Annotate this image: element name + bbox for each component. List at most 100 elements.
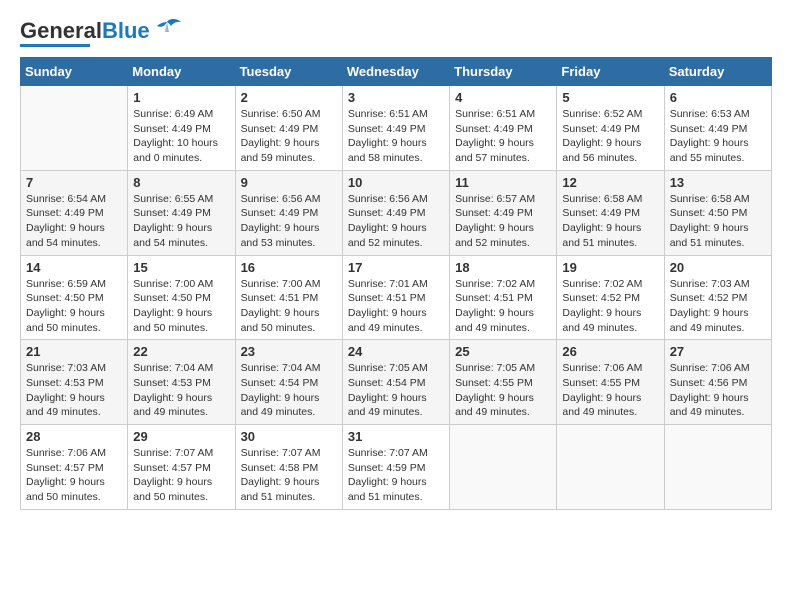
day-number: 15 <box>133 260 229 275</box>
logo-bird-icon <box>153 18 181 40</box>
day-info: Sunrise: 6:49 AMSunset: 4:49 PMDaylight:… <box>133 107 229 166</box>
day-number: 1 <box>133 90 229 105</box>
calendar-cell: 14 Sunrise: 6:59 AMSunset: 4:50 PMDayligh… <box>21 255 128 340</box>
day-number: 10 <box>348 175 444 190</box>
day-number: 5 <box>562 90 658 105</box>
day-info: Sunrise: 6:56 AMSunset: 4:49 PMDaylight:… <box>348 192 444 251</box>
day-info: Sunrise: 7:00 AMSunset: 4:51 PMDaylight:… <box>241 277 337 336</box>
calendar-cell <box>557 425 664 510</box>
day-number: 19 <box>562 260 658 275</box>
calendar-cell: 17Sunrise: 7:01 AMSunset: 4:51 PMDayligh… <box>342 255 449 340</box>
calendar-cell: 12Sunrise: 6:58 AMSunset: 4:49 PMDayligh… <box>557 170 664 255</box>
calendar-cell: 28Sunrise: 7:06 AMSunset: 4:57 PMDayligh… <box>21 425 128 510</box>
day-info: Sunrise: 7:03 AMSunset: 4:53 PMDaylight:… <box>26 361 122 420</box>
day-info: Sunrise: 7:02 AMSunset: 4:51 PMDaylight:… <box>455 277 551 336</box>
day-info: Sunrise: 7:07 AMSunset: 4:59 PMDaylight:… <box>348 446 444 505</box>
day-number: 17 <box>348 260 444 275</box>
day-info: Sunrise: 6:53 AMSunset: 4:49 PMDaylight:… <box>670 107 766 166</box>
day-info: Sunrise: 7:05 AMSunset: 4:54 PMDaylight:… <box>348 361 444 420</box>
calendar-week-row: 21 Sunrise: 7:03 AMSunset: 4:53 PMDayligh… <box>21 340 772 425</box>
calendar-cell: 16 Sunrise: 7:00 AMSunset: 4:51 PMDayligh… <box>235 255 342 340</box>
day-info: Sunrise: 7:02 AMSunset: 4:52 PMDaylight:… <box>562 277 658 336</box>
logo-text: GeneralBlue <box>20 20 150 42</box>
calendar-cell: 1 Sunrise: 6:49 AMSunset: 4:49 PMDaylight… <box>128 86 235 171</box>
day-number: 27 <box>670 344 766 359</box>
day-number: 6 <box>670 90 766 105</box>
day-number: 2 <box>241 90 337 105</box>
calendar-cell: 11 Sunrise: 6:57 AMSunset: 4:49 PMDayligh… <box>450 170 557 255</box>
calendar-cell: 13 Sunrise: 6:58 AMSunset: 4:50 PMDayligh… <box>664 170 771 255</box>
calendar-cell: 10 Sunrise: 6:56 AMSunset: 4:49 PMDayligh… <box>342 170 449 255</box>
column-header-friday: Friday <box>557 58 664 86</box>
day-number: 7 <box>26 175 122 190</box>
calendar-table: SundayMondayTuesdayWednesdayThursdayFrid… <box>20 57 772 510</box>
day-number: 14 <box>26 260 122 275</box>
day-info: Sunrise: 6:52 AMSunset: 4:49 PMDaylight:… <box>562 107 658 166</box>
day-info: Sunrise: 6:51 AMSunset: 4:49 PMDaylight:… <box>455 107 551 166</box>
calendar-cell: 19 Sunrise: 7:02 AMSunset: 4:52 PMDayligh… <box>557 255 664 340</box>
day-number: 21 <box>26 344 122 359</box>
day-number: 3 <box>348 90 444 105</box>
day-info: Sunrise: 6:51 AMSunset: 4:49 PMDaylight:… <box>348 107 444 166</box>
calendar-week-row: 7 Sunrise: 6:54 AMSunset: 4:49 PMDaylight… <box>21 170 772 255</box>
column-header-monday: Monday <box>128 58 235 86</box>
column-header-tuesday: Tuesday <box>235 58 342 86</box>
day-info: Sunrise: 7:07 AMSunset: 4:57 PMDaylight:… <box>133 446 229 505</box>
day-info: Sunrise: 6:58 AMSunset: 4:49 PMDaylight:… <box>562 192 658 251</box>
day-number: 18 <box>455 260 551 275</box>
column-header-sunday: Sunday <box>21 58 128 86</box>
calendar-week-row: 14 Sunrise: 6:59 AMSunset: 4:50 PMDayligh… <box>21 255 772 340</box>
day-number: 16 <box>241 260 337 275</box>
calendar-header-row: SundayMondayTuesdayWednesdayThursdayFrid… <box>21 58 772 86</box>
calendar-cell: 7 Sunrise: 6:54 AMSunset: 4:49 PMDaylight… <box>21 170 128 255</box>
day-info: Sunrise: 6:56 AMSunset: 4:49 PMDaylight:… <box>241 192 337 251</box>
logo: GeneralBlue <box>20 20 181 47</box>
day-number: 13 <box>670 175 766 190</box>
day-number: 4 <box>455 90 551 105</box>
day-number: 11 <box>455 175 551 190</box>
day-info: Sunrise: 7:03 AMSunset: 4:52 PMDaylight:… <box>670 277 766 336</box>
day-number: 22 <box>133 344 229 359</box>
day-number: 24 <box>348 344 444 359</box>
calendar-cell: 9Sunrise: 6:56 AMSunset: 4:49 PMDaylight… <box>235 170 342 255</box>
calendar-cell: 3 Sunrise: 6:51 AMSunset: 4:49 PMDaylight… <box>342 86 449 171</box>
column-header-saturday: Saturday <box>664 58 771 86</box>
day-info: Sunrise: 6:50 AMSunset: 4:49 PMDaylight:… <box>241 107 337 166</box>
column-header-thursday: Thursday <box>450 58 557 86</box>
calendar-cell: 20Sunrise: 7:03 AMSunset: 4:52 PMDayligh… <box>664 255 771 340</box>
day-info: Sunrise: 6:54 AMSunset: 4:49 PMDaylight:… <box>26 192 122 251</box>
day-info: Sunrise: 7:04 AMSunset: 4:54 PMDaylight:… <box>241 361 337 420</box>
calendar-cell: 23 Sunrise: 7:04 AMSunset: 4:54 PMDayligh… <box>235 340 342 425</box>
day-number: 26 <box>562 344 658 359</box>
calendar-cell: 26 Sunrise: 7:06 AMSunset: 4:55 PMDayligh… <box>557 340 664 425</box>
column-header-wednesday: Wednesday <box>342 58 449 86</box>
calendar-cell <box>450 425 557 510</box>
day-info: Sunrise: 6:59 AMSunset: 4:50 PMDaylight:… <box>26 277 122 336</box>
day-number: 30 <box>241 429 337 444</box>
calendar-cell: 31 Sunrise: 7:07 AMSunset: 4:59 PMDayligh… <box>342 425 449 510</box>
day-info: Sunrise: 6:57 AMSunset: 4:49 PMDaylight:… <box>455 192 551 251</box>
calendar-cell: 6 Sunrise: 6:53 AMSunset: 4:49 PMDaylight… <box>664 86 771 171</box>
calendar-cell: 18 Sunrise: 7:02 AMSunset: 4:51 PMDayligh… <box>450 255 557 340</box>
day-number: 31 <box>348 429 444 444</box>
day-info: Sunrise: 7:06 AMSunset: 4:55 PMDaylight:… <box>562 361 658 420</box>
calendar-week-row: 1 Sunrise: 6:49 AMSunset: 4:49 PMDaylight… <box>21 86 772 171</box>
day-number: 25 <box>455 344 551 359</box>
calendar-cell <box>664 425 771 510</box>
calendar-cell: 8Sunrise: 6:55 AMSunset: 4:49 PMDaylight… <box>128 170 235 255</box>
calendar-week-row: 28Sunrise: 7:06 AMSunset: 4:57 PMDayligh… <box>21 425 772 510</box>
day-number: 23 <box>241 344 337 359</box>
day-info: Sunrise: 7:06 AMSunset: 4:56 PMDaylight:… <box>670 361 766 420</box>
calendar-cell <box>21 86 128 171</box>
page-header: GeneralBlue <box>20 20 772 47</box>
day-info: Sunrise: 6:55 AMSunset: 4:49 PMDaylight:… <box>133 192 229 251</box>
day-info: Sunrise: 7:04 AMSunset: 4:53 PMDaylight:… <box>133 361 229 420</box>
calendar-cell: 22 Sunrise: 7:04 AMSunset: 4:53 PMDayligh… <box>128 340 235 425</box>
calendar-cell: 24 Sunrise: 7:05 AMSunset: 4:54 PMDayligh… <box>342 340 449 425</box>
calendar-cell: 4 Sunrise: 6:51 AMSunset: 4:49 PMDaylight… <box>450 86 557 171</box>
calendar-cell: 21 Sunrise: 7:03 AMSunset: 4:53 PMDayligh… <box>21 340 128 425</box>
day-info: Sunrise: 7:00 AMSunset: 4:50 PMDaylight:… <box>133 277 229 336</box>
day-info: Sunrise: 6:58 AMSunset: 4:50 PMDaylight:… <box>670 192 766 251</box>
logo-underline <box>20 44 90 47</box>
day-number: 29 <box>133 429 229 444</box>
